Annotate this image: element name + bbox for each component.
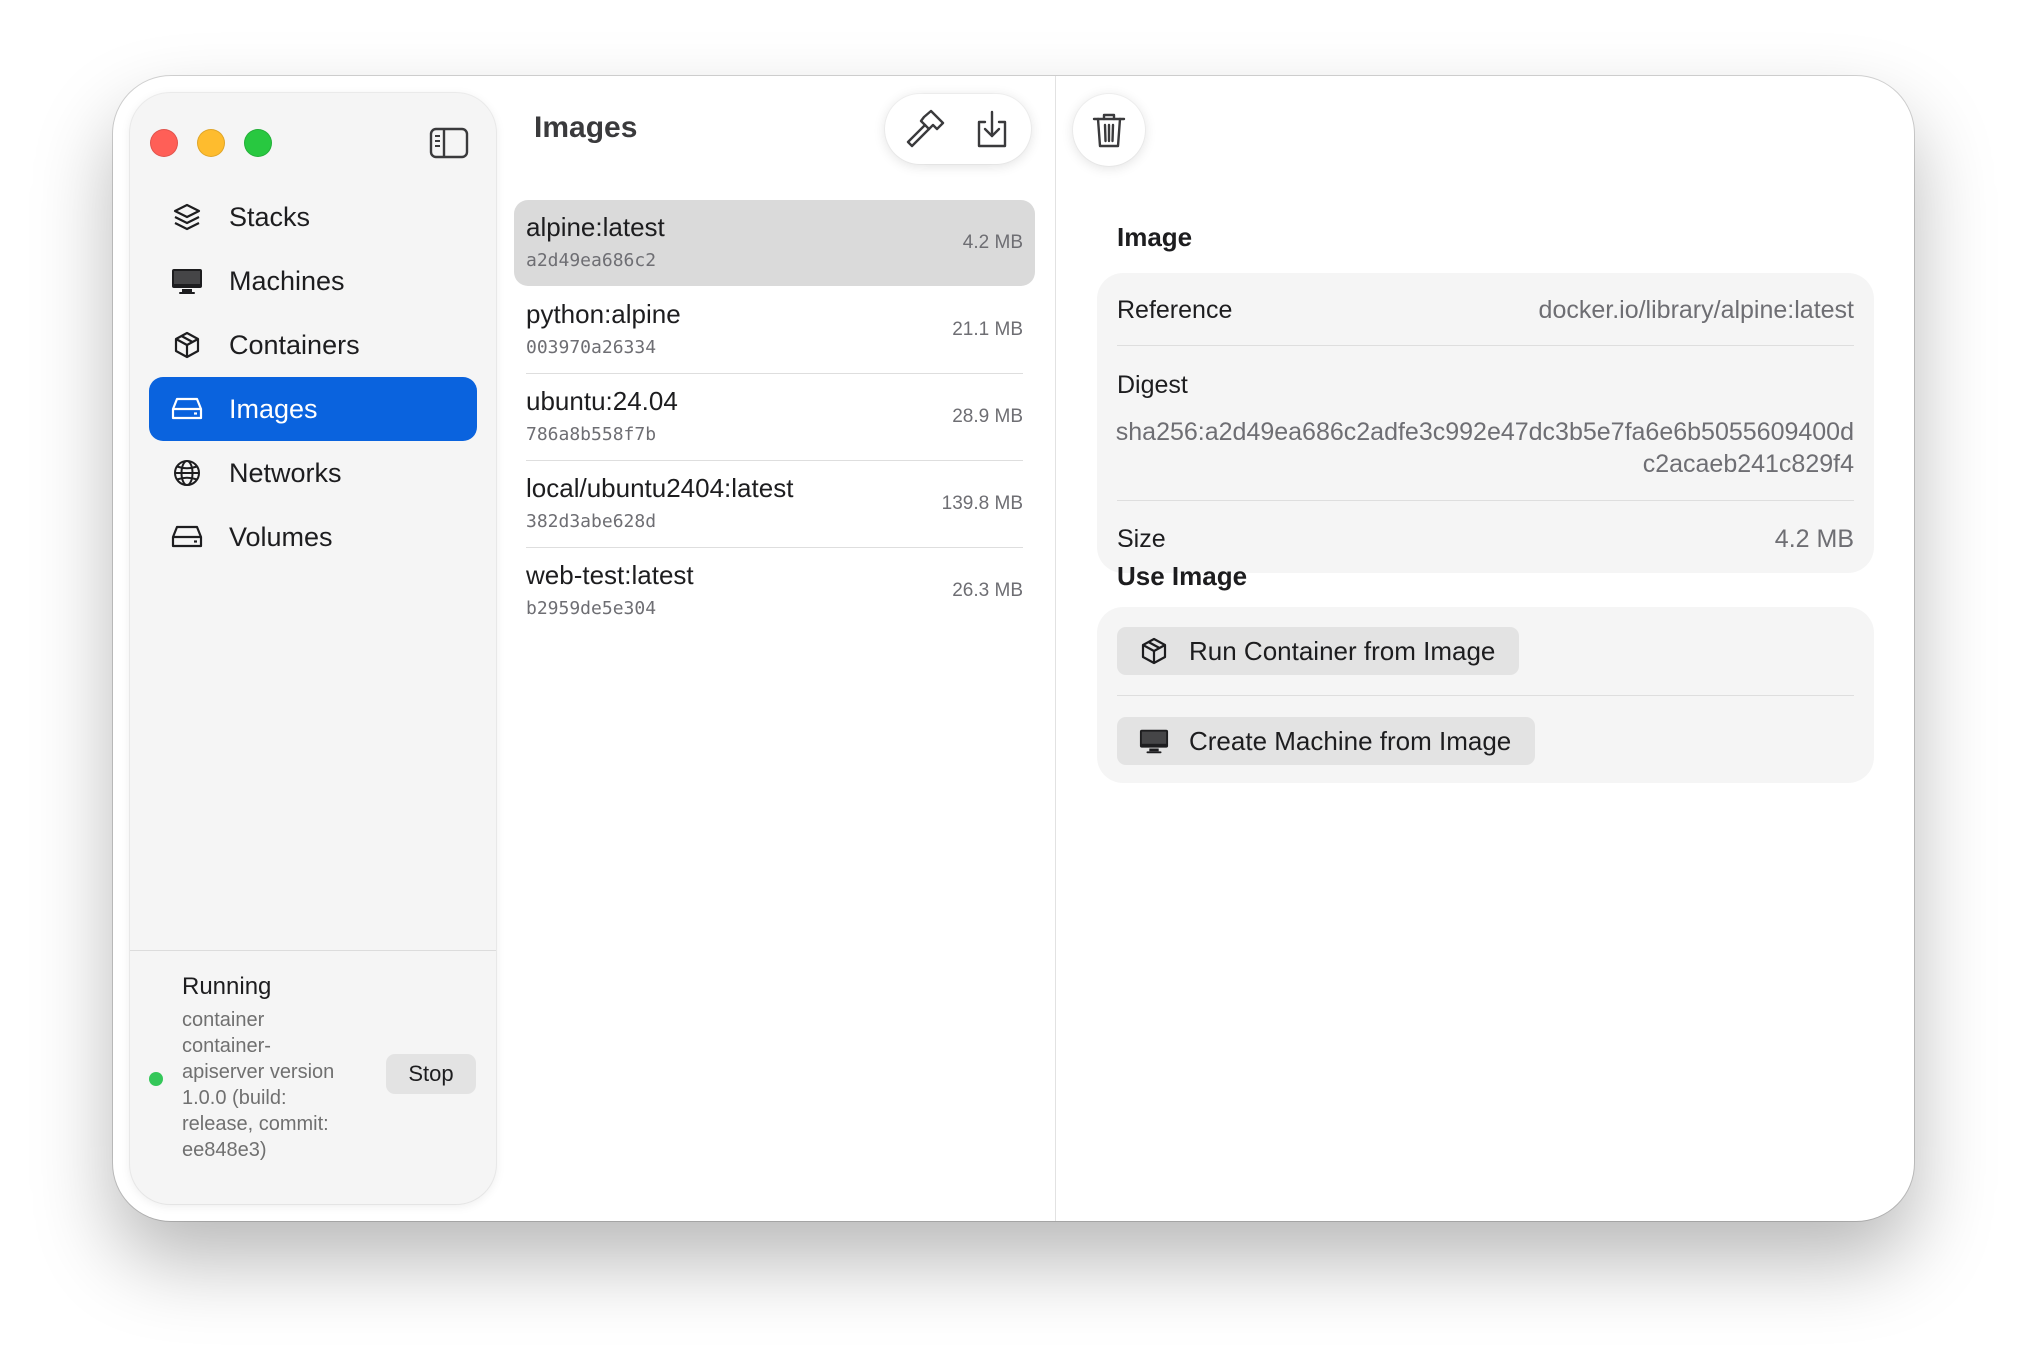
- card-separator: [1117, 500, 1854, 501]
- image-size: 26.3 MB: [952, 580, 1023, 601]
- run-container-button[interactable]: Run Container from Image: [1117, 627, 1520, 675]
- list-toolbar: [885, 94, 1031, 164]
- use-image-card: Run Container from Image Create Machine …: [1097, 607, 1874, 783]
- service-status: Running container container-apiserver ve…: [130, 969, 496, 1189]
- stack-icon: [171, 201, 203, 233]
- card-separator: [1117, 345, 1854, 346]
- sidebar-item-label: Stacks: [229, 201, 311, 232]
- sidebar-item-label: Containers: [229, 329, 360, 360]
- sidebar-nav: Stacks Machines Containers Images Networ…: [149, 185, 477, 569]
- window-controls: [150, 129, 272, 157]
- hammer-icon: [906, 109, 944, 148]
- sidebar-toggle-icon: [429, 127, 469, 159]
- pull-image-button[interactable]: [964, 101, 1020, 157]
- image-id: 003970a26334: [526, 337, 657, 358]
- digest-label: Digest: [1117, 371, 1188, 399]
- sidebar-item-label: Networks: [229, 457, 342, 488]
- sidebar-toggle-button[interactable]: [429, 127, 469, 159]
- sidebar-item-label: Machines: [229, 265, 345, 296]
- reference-value: docker.io/library/alpine:latest: [1538, 296, 1854, 324]
- column-divider: [1055, 76, 1056, 1221]
- create-machine-button[interactable]: Create Machine from Image: [1117, 717, 1536, 765]
- sidebar-item-volumes[interactable]: Volumes: [149, 505, 477, 569]
- image-id: b2959de5e304: [526, 598, 657, 619]
- cube-icon: [1139, 636, 1169, 666]
- image-size: 4.2 MB: [962, 232, 1023, 253]
- drive-icon: [171, 521, 203, 553]
- status-indicator-dot: [149, 1072, 163, 1086]
- sidebar-item-label: Volumes: [229, 521, 333, 552]
- list-title: Images: [534, 111, 638, 144]
- image-name: alpine:latest: [526, 212, 665, 242]
- trash-icon: [1092, 113, 1126, 148]
- drive-icon: [171, 393, 203, 425]
- size-label: Size: [1117, 525, 1166, 553]
- image-name: python:alpine: [526, 299, 681, 329]
- image-row[interactable]: python:alpine 003970a26334 21.1 MB: [514, 287, 1035, 373]
- build-button[interactable]: [897, 101, 953, 157]
- image-info-card: Reference docker.io/library/alpine:lates…: [1097, 273, 1874, 573]
- close-window-button[interactable]: [150, 129, 178, 157]
- image-name: local/ubuntu2404:latest: [526, 473, 794, 503]
- image-row[interactable]: ubuntu:24.04 786a8b558f7b 28.9 MB: [514, 374, 1035, 460]
- delete-image-button[interactable]: [1073, 94, 1145, 166]
- image-size: 28.9 MB: [952, 406, 1023, 427]
- zoom-window-button[interactable]: [244, 129, 272, 157]
- sidebar-item-label: Images: [229, 393, 318, 424]
- sidebar-item-images[interactable]: Images: [149, 377, 477, 441]
- status-title: Running: [182, 973, 272, 1000]
- image-list: alpine:latest a2d49ea686c2 4.2 MB python…: [514, 200, 1035, 634]
- globe-icon: [171, 457, 203, 489]
- image-row[interactable]: web-test:latest b2959de5e304 26.3 MB: [514, 548, 1035, 634]
- sidebar-item-machines[interactable]: Machines: [149, 249, 477, 313]
- image-id: a2d49ea686c2: [526, 250, 657, 271]
- cube-icon: [171, 329, 203, 361]
- image-name: web-test:latest: [526, 560, 694, 590]
- image-size: 139.8 MB: [941, 493, 1023, 514]
- run-container-label: Run Container from Image: [1189, 635, 1496, 666]
- sidebar-item-stacks[interactable]: Stacks: [149, 185, 477, 249]
- sidebar-divider: [130, 950, 496, 951]
- desktop-icon: [1139, 726, 1169, 756]
- image-id: 382d3abe628d: [526, 511, 657, 532]
- screenshot-stage: Stacks Machines Containers Images Networ…: [0, 0, 2024, 1368]
- sidebar: Stacks Machines Containers Images Networ…: [130, 93, 496, 1204]
- image-row[interactable]: alpine:latest a2d49ea686c2 4.2 MB: [514, 200, 1035, 286]
- image-name: ubuntu:24.04: [526, 386, 678, 416]
- create-machine-label: Create Machine from Image: [1189, 725, 1512, 756]
- reference-label: Reference: [1117, 296, 1233, 324]
- app-window: Stacks Machines Containers Images Networ…: [113, 76, 1914, 1221]
- card-separator: [1117, 695, 1854, 696]
- status-detail: container container-apiserver version 1.…: [182, 1009, 335, 1161]
- sidebar-item-containers[interactable]: Containers: [149, 313, 477, 377]
- image-size: 21.1 MB: [952, 319, 1023, 340]
- image-section-title: Image: [1117, 222, 1193, 252]
- stop-button[interactable]: Stop: [386, 1054, 476, 1094]
- sidebar-item-networks[interactable]: Networks: [149, 441, 477, 505]
- image-row[interactable]: local/ubuntu2404:latest 382d3abe628d 139…: [514, 461, 1035, 547]
- image-id: 786a8b558f7b: [526, 424, 657, 445]
- size-value: 4.2 MB: [1774, 525, 1854, 553]
- minimize-window-button[interactable]: [197, 129, 225, 157]
- digest-value: sha256:a2d49ea686c2adfe3c992e47dc3b5e7fa…: [1115, 418, 1854, 478]
- desktop-icon: [171, 265, 203, 297]
- use-image-section-title: Use Image: [1117, 561, 1248, 591]
- download-icon: [977, 110, 1006, 148]
